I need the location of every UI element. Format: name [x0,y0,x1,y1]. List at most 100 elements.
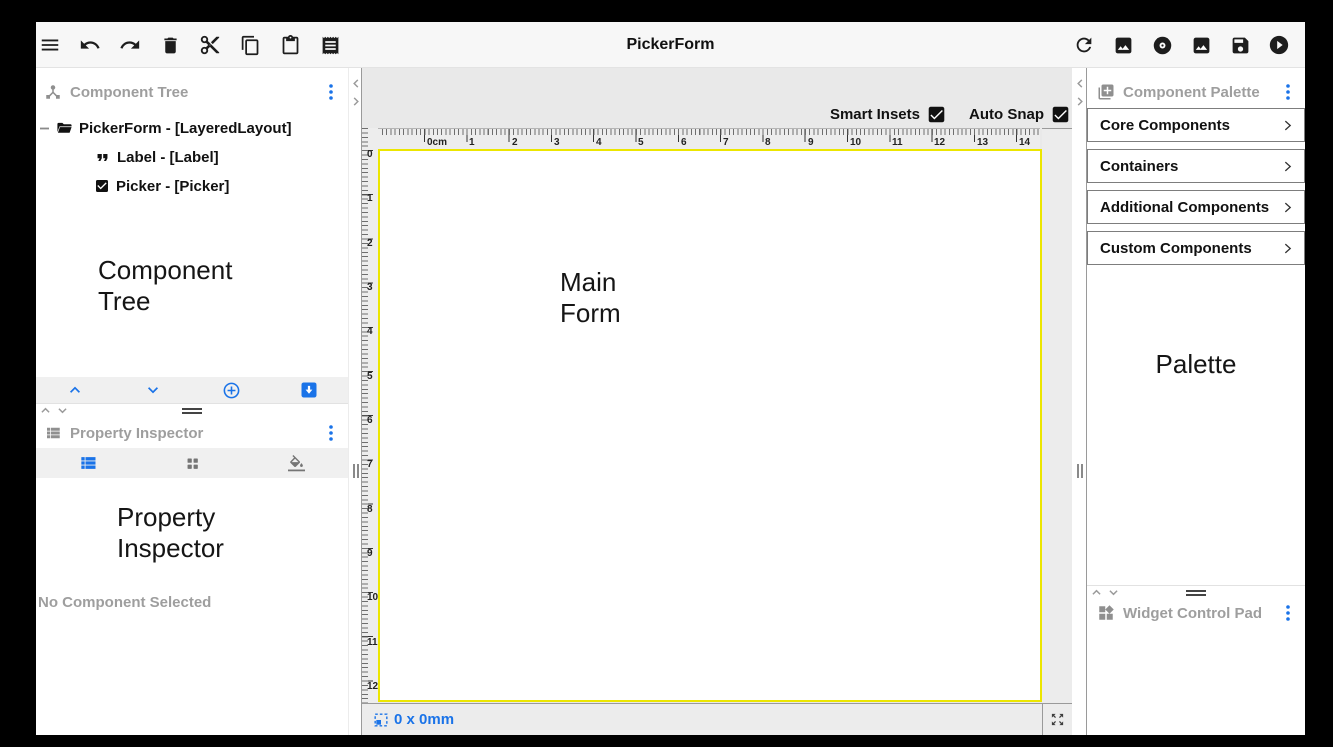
list-icon [78,453,98,473]
hierarchy-icon [44,83,62,101]
component-tree-title: Component Tree [70,84,188,101]
play-button[interactable] [1267,33,1291,57]
save-button[interactable] [1228,33,1252,57]
menu-button[interactable] [38,33,62,57]
ruler-tick-label: 12 [934,137,945,148]
record-icon [1152,35,1173,56]
palette-item-label: Containers [1100,158,1178,175]
chevron-down-icon [143,380,163,400]
trash-icon [160,35,181,56]
property-inspector-annotation: Property Inspector [117,502,257,564]
canvas-scrollbar-track[interactable] [1042,128,1072,703]
tree-row-label[interactable]: Label - [Label] [94,145,219,169]
component-tree-annotation: Component Tree [98,255,263,317]
component-tree-header: Component Tree [44,80,340,104]
tree-add-button[interactable] [192,381,270,400]
splitter-collapse-controls[interactable] [40,406,68,415]
tree-expand-button[interactable] [114,380,192,400]
tab-style[interactable] [244,455,348,472]
ruler-tick-label: 0cm [427,137,447,148]
splitter-drag-handle[interactable] [1186,590,1206,596]
property-inspector-header: Property Inspector [44,421,340,445]
property-inspector-title: Property Inspector [70,425,203,442]
ruler-tick-label: 5 [367,371,373,382]
splitter-grip[interactable] [1077,464,1083,478]
undo-icon [79,34,101,56]
tab-properties[interactable] [36,453,140,473]
add-circle-icon [222,381,241,400]
folder-open-icon [56,120,73,137]
main-form-surface[interactable] [378,149,1042,702]
splitter-drag-handle[interactable] [182,408,202,414]
component-palette-menu-button[interactable] [1279,83,1297,101]
ruler-tick-label: 6 [367,415,373,426]
redo-icon [119,34,141,56]
ruler-tick-label: 7 [723,137,729,148]
play-icon [1268,34,1290,56]
component-tree-menu-button[interactable] [322,83,340,101]
undo-button[interactable] [78,33,102,57]
palette-item-core-components[interactable]: Core Components [1087,108,1305,142]
ruler-tick-label: 0 [367,149,373,160]
property-inspector-menu-button[interactable] [322,424,340,442]
ruler-tick-label: 11 [367,637,378,648]
main-form-annotation: Main Form [560,267,670,329]
image-icon [1191,35,1212,56]
ruler-tick-label: 2 [367,238,373,249]
redo-button[interactable] [118,33,142,57]
fullscreen-button[interactable] [1042,703,1072,735]
ruler-tick-label: 11 [892,137,903,148]
delete-button[interactable] [158,33,182,57]
palette-item-additional-components[interactable]: Additional Components [1087,190,1305,224]
ruler-tick-label: 8 [765,137,771,148]
tree-collapse-button[interactable] [36,380,114,400]
paste-button[interactable] [278,33,302,57]
chevron-right-icon[interactable] [351,94,361,112]
widget-control-pad-menu-button[interactable] [1279,604,1297,622]
ruler-tick-label: 9 [808,137,814,148]
tree-insert-button[interactable] [270,381,348,399]
grid-dots-icon [184,455,201,472]
ruler-tick-label: 12 [367,681,378,692]
ruler-tick-label: 13 [977,137,988,148]
tree-row-pickerform[interactable]: PickerForm - [LayeredLayout] [38,116,292,140]
splitter-grip[interactable] [353,464,359,478]
right-panel-splitter[interactable] [1073,68,1087,735]
tree-inspector-splitter[interactable] [36,403,348,420]
ruler-tick-label: 6 [681,137,687,148]
copy-button[interactable] [238,33,262,57]
menu-icon [39,34,61,56]
auto-snap-checkbox[interactable] [1052,106,1069,123]
image-button-2[interactable] [1189,33,1213,57]
ruler-tick-label: 9 [367,548,373,559]
refresh-button[interactable] [1072,33,1096,57]
ruler-tick-label: 10 [367,592,378,603]
image-icon [1113,35,1134,56]
collapse-icon[interactable] [38,120,50,137]
palette-item-custom-components[interactable]: Custom Components [1087,231,1305,265]
tab-layout[interactable] [140,455,244,472]
tree-row-picker[interactable]: Picker - [Picker] [94,174,229,198]
component-palette-title: Component Palette [1123,84,1260,101]
topbar-left-group [38,22,342,68]
cut-button[interactable] [198,33,222,57]
smart-insets-checkbox[interactable] [928,106,945,123]
property-inspector-tabs [36,448,348,478]
chevron-right-icon[interactable] [1075,94,1085,112]
receipt-button[interactable] [318,33,342,57]
ruler-tick-label: 14 [1019,137,1030,148]
image-button-1[interactable] [1111,33,1135,57]
splitter-collapse-controls[interactable] [1091,588,1119,597]
ruler-tick-label: 3 [554,137,560,148]
chevron-right-icon [1281,119,1294,132]
chevron-left-icon[interactable] [1075,76,1085,94]
record-button[interactable] [1150,33,1174,57]
checkbox-icon [94,178,110,194]
chevron-left-icon[interactable] [351,76,361,94]
palette-item-containers[interactable]: Containers [1087,149,1305,183]
save-icon [1230,35,1251,56]
widget-control-pad-title: Widget Control Pad [1123,605,1262,622]
left-panel-splitter[interactable] [348,68,362,735]
palette-widgetpad-splitter[interactable] [1087,585,1305,601]
auto-snap-label: Auto Snap [969,106,1044,123]
